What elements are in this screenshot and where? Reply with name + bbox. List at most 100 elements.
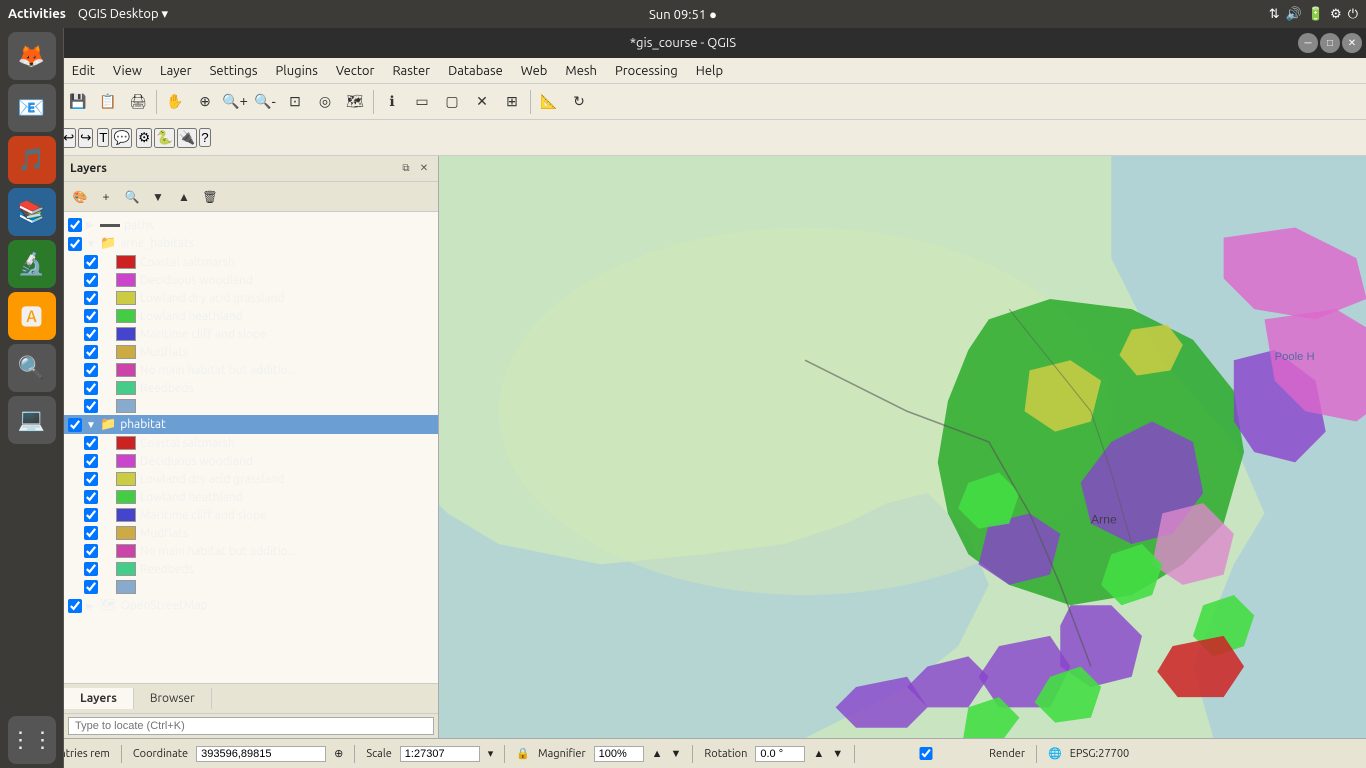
menu-item-layer[interactable]: Layer xyxy=(152,62,200,80)
menu-item-view[interactable]: View xyxy=(105,62,150,80)
layer-ah-coastal[interactable]: Coastal saltmarsh xyxy=(64,253,438,271)
menu-item-database[interactable]: Database xyxy=(440,62,511,80)
layer-ph-deciduous[interactable]: Deciduous woodland xyxy=(64,452,438,470)
layer-ah-lowland-heath[interactable]: Lowland heathland xyxy=(64,307,438,325)
layer-ph-lowland-dry[interactable]: Lowland dry acid grassland xyxy=(64,470,438,488)
layer-ph-reedbeds[interactable]: Reedbeds xyxy=(64,560,438,578)
magnifier-up[interactable]: ▲ xyxy=(652,748,663,760)
power-icon[interactable]: ⏻ xyxy=(1348,7,1358,22)
open-attribute-table-button[interactable]: ⊞ xyxy=(498,88,526,116)
layer-ph-maritime-checkbox[interactable] xyxy=(84,508,98,522)
rotation-up[interactable]: ▲ xyxy=(813,748,824,760)
zoom-out-button[interactable]: 🔍- xyxy=(251,88,279,116)
rotation-down[interactable]: ▼ xyxy=(832,748,843,760)
zoom-in-button[interactable]: 🔍+ xyxy=(221,88,249,116)
locate-input[interactable] xyxy=(68,717,434,735)
layer-arne-habitats[interactable]: ▼ 📁 arne_habitats xyxy=(64,234,438,253)
dock-email[interactable]: 📧 xyxy=(8,84,56,132)
dock-apps[interactable]: ⋮⋮ xyxy=(8,716,56,764)
layer-ah-maritime[interactable]: Maritime cliff and slope xyxy=(64,325,438,343)
layer-phabitat[interactable]: ▼ 📁 phabitat xyxy=(64,415,438,434)
open-layer-styling-button[interactable]: 🎨 xyxy=(68,185,92,209)
layer-ah-lowland-dry[interactable]: Lowland dry acid grassland xyxy=(64,289,438,307)
menu-item-web[interactable]: Web xyxy=(513,62,556,80)
layer-ah-reedbeds-checkbox[interactable] xyxy=(84,381,98,395)
dock-search[interactable]: 🔍 xyxy=(8,344,56,392)
layer-ph-nomainhabitat-checkbox[interactable] xyxy=(84,544,98,558)
magnifier-down[interactable]: ▼ xyxy=(671,748,682,760)
layer-arne-habitats-checkbox[interactable] xyxy=(68,237,82,251)
filter-layers-button[interactable]: 🔍 xyxy=(120,185,144,209)
python-button[interactable]: 🐍 xyxy=(154,128,175,148)
close-button[interactable]: ✕ xyxy=(1342,33,1362,53)
plugins-button[interactable]: 🔌 xyxy=(177,128,198,148)
layer-ah-deciduous-checkbox[interactable] xyxy=(84,273,98,287)
dock-files[interactable]: 📚 xyxy=(8,188,56,236)
layers-panel-close-button[interactable]: ✕ xyxy=(416,161,432,177)
identify-button[interactable]: ℹ xyxy=(378,88,406,116)
zoom-full-button[interactable]: ⊡ xyxy=(281,88,309,116)
print-button[interactable]: 🖨 xyxy=(124,88,152,116)
select-all-button[interactable]: ▢ xyxy=(438,88,466,116)
deselect-button[interactable]: ✕ xyxy=(468,88,496,116)
layers-panel-float-button[interactable]: ⧉ xyxy=(398,161,414,177)
layer-ph-deciduous-checkbox[interactable] xyxy=(84,454,98,468)
menu-item-processing[interactable]: Processing xyxy=(607,62,686,80)
dock-music[interactable]: 🎵 xyxy=(8,136,56,184)
layer-ph-maritime[interactable]: Maritime cliff and slope xyxy=(64,506,438,524)
epsg-label[interactable]: EPSG:27700 xyxy=(1070,748,1130,760)
layer-ah-nomainhabitat-checkbox[interactable] xyxy=(84,363,98,377)
save-as-button[interactable]: 📋 xyxy=(94,88,122,116)
dock-firefox[interactable]: 🦊 xyxy=(8,32,56,80)
layer-ah-deciduous[interactable]: Deciduous woodland xyxy=(64,271,438,289)
menu-item-help[interactable]: Help xyxy=(688,62,731,80)
layer-ah-nomainhabitat[interactable]: No main habitat but additio... xyxy=(64,361,438,379)
magnifier-input[interactable] xyxy=(594,746,644,762)
settings-icon[interactable]: ⚙ xyxy=(1330,7,1342,22)
pan-to-selection-button[interactable]: ⊕ xyxy=(191,88,219,116)
layer-ah-extra-checkbox[interactable] xyxy=(84,399,98,413)
menu-item-settings[interactable]: Settings xyxy=(202,62,266,80)
layer-ah-lowland-dry-checkbox[interactable] xyxy=(84,291,98,305)
collapse-all-button[interactable]: ▲ xyxy=(172,185,196,209)
layer-ah-extra[interactable] xyxy=(64,397,438,415)
menu-item-plugins[interactable]: Plugins xyxy=(268,62,326,80)
scale-dropdown-icon[interactable]: ▾ xyxy=(488,747,494,760)
zoom-layer-button[interactable]: 🗺 xyxy=(341,88,369,116)
refresh-button[interactable]: ↻ xyxy=(565,88,593,116)
layer-ph-mudflats[interactable]: Mudflats xyxy=(64,524,438,542)
help-button[interactable]: ? xyxy=(199,128,210,147)
annotation-button[interactable]: 💬 xyxy=(111,128,132,148)
processing-button[interactable]: ⚙ xyxy=(136,128,152,148)
layer-openstreetmap[interactable]: ▶ 🗺 OpenStreetMap xyxy=(64,596,438,615)
layer-ph-lowland-heath-checkbox[interactable] xyxy=(84,490,98,504)
menu-item-mesh[interactable]: Mesh xyxy=(557,62,605,80)
layer-phabitat-checkbox[interactable] xyxy=(68,418,82,432)
coordinate-input[interactable] xyxy=(196,746,326,762)
layer-ah-lowland-heath-checkbox[interactable] xyxy=(84,309,98,323)
layer-ph-coastal-checkbox[interactable] xyxy=(84,436,98,450)
render-checkbox[interactable] xyxy=(866,747,986,760)
add-group-button[interactable]: + xyxy=(94,185,118,209)
maximize-button[interactable]: □ xyxy=(1320,33,1340,53)
menu-item-vector[interactable]: Vector xyxy=(328,62,383,80)
layer-ph-mudflats-checkbox[interactable] xyxy=(84,526,98,540)
remove-layer-button[interactable]: 🗑 xyxy=(198,185,222,209)
map-area[interactable]: Arne Poole H Ridge xyxy=(439,156,1366,738)
layer-ph-coastal[interactable]: Coastal saltmarsh xyxy=(64,434,438,452)
layer-openstreetmap-checkbox[interactable] xyxy=(68,599,82,613)
menu-item-raster[interactable]: Raster xyxy=(384,62,438,80)
tab-browser[interactable]: Browser xyxy=(134,688,212,709)
layer-paths[interactable]: ▶ paths xyxy=(64,216,438,234)
save-project-button[interactable]: 💾 xyxy=(64,88,92,116)
scale-input[interactable] xyxy=(400,746,480,762)
layer-ph-extra-checkbox[interactable] xyxy=(84,580,98,594)
layer-ph-extra[interactable] xyxy=(64,578,438,596)
layer-ph-lowland-dry-checkbox[interactable] xyxy=(84,472,98,486)
menu-item-edit[interactable]: Edit xyxy=(64,62,103,80)
layer-ph-lowland-heath[interactable]: Lowland heathland xyxy=(64,488,438,506)
minimize-button[interactable]: ─ xyxy=(1298,33,1318,53)
layer-ph-nomainhabitat[interactable]: No main habitat but additio... xyxy=(64,542,438,560)
label-button[interactable]: T xyxy=(97,128,109,147)
app-name[interactable]: QGIS Desktop ▾ xyxy=(78,7,168,22)
